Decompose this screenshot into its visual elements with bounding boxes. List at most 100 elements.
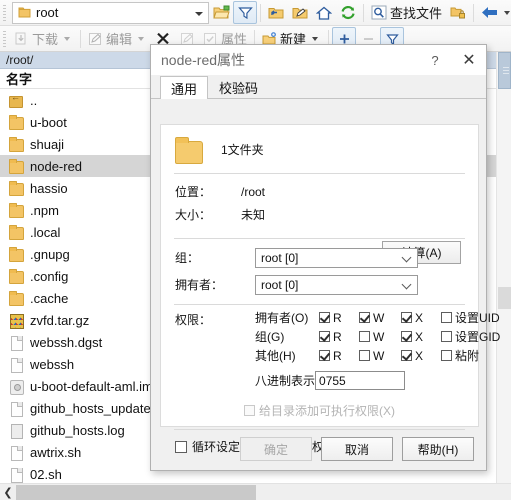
tab-general[interactable]: 通用 [160, 76, 209, 99]
new-dropdown-icon[interactable] [312, 36, 319, 41]
permission-checkbox-label: 设置UID [455, 311, 500, 325]
permission-checkbox-x[interactable]: X [401, 330, 441, 344]
help-button[interactable]: 帮助(H) [402, 437, 474, 461]
permission-checkbox-special[interactable]: 粘附 [441, 347, 479, 364]
summary-row: 1文件夹 [161, 125, 478, 173]
permission-checkbox-r[interactable]: R [319, 349, 359, 363]
permissions-button[interactable] [446, 1, 470, 24]
chevron-left-icon[interactable]: ❮ [0, 484, 16, 500]
checkbox-box [359, 331, 370, 342]
file-name: 02.sh [30, 466, 62, 482]
permission-row: 组(G) R W X 设置GID [255, 327, 500, 346]
folder-icon [9, 202, 24, 218]
close-icon[interactable]: ✕ [452, 45, 486, 75]
exec-permission-label: 给目录添加可执行权限(X) [259, 404, 395, 418]
owner-select[interactable]: root [0] [255, 274, 418, 295]
checkbox-box [244, 405, 255, 416]
checkbox-box [319, 350, 330, 361]
owner-row: 拥有者： root [0] [161, 271, 478, 298]
permission-checkbox-w[interactable]: W [359, 349, 401, 363]
permission-checkbox-r[interactable]: R [319, 330, 359, 344]
file-manager-window: root 查找文件 下载 编辑 属性 新建 /root/ 名字 ← .. u-b… [0, 0, 511, 500]
up-folder-button[interactable] [264, 1, 288, 24]
folder-up-icon [9, 92, 23, 108]
permission-checkbox-x[interactable]: X [401, 311, 441, 325]
horizontal-scrollbar[interactable]: ❮ [0, 483, 511, 500]
vertical-scrollbar-thumb[interactable] [498, 52, 511, 89]
permission-checkbox-special[interactable]: 设置GID [441, 328, 500, 345]
tab-checksum[interactable]: 校验码 [208, 75, 269, 98]
log-file-icon [9, 423, 23, 439]
file-name: .gnupg [30, 246, 70, 262]
ok-button[interactable]: 确定 [240, 437, 312, 461]
location-label: 位置： [175, 185, 212, 199]
owner-label: 拥有者： [175, 278, 224, 292]
permissions-section: 权限： 拥有者(O) R W X 设置UID 组(G) R W X 设置GID 其他(H) R W X 粘附… [161, 308, 500, 392]
file-name: u-boot [30, 114, 67, 130]
path-combobox[interactable]: root [12, 1, 209, 24]
file-name: .config [30, 268, 69, 284]
folder-icon [175, 136, 203, 164]
checkbox-box [359, 312, 370, 323]
properties-dialog: node-red属性 ? ✕ 通用 校验码 1文件夹 位置： /root 大小：… [150, 44, 500, 471]
filter-button[interactable] [233, 1, 257, 24]
folder-icon [9, 136, 24, 152]
cancel-button[interactable]: 取消 [321, 437, 393, 461]
dialog-title: node-red属性 [161, 52, 246, 68]
file-icon [9, 445, 23, 461]
download-dropdown-icon[interactable] [64, 36, 71, 41]
file-icon [9, 335, 23, 351]
edit-button[interactable]: 编辑 [84, 27, 151, 50]
toolbar-separator [363, 3, 364, 22]
vertical-scrollbar[interactable] [496, 52, 511, 483]
file-icon [9, 401, 23, 417]
back-dropdown-icon[interactable] [504, 10, 511, 15]
download-icon [14, 32, 29, 46]
archive-icon [9, 313, 24, 329]
download-button[interactable]: 下载 [10, 27, 77, 50]
magnifier-icon [371, 5, 387, 20]
divider [174, 173, 465, 174]
permission-checkbox-w[interactable]: W [359, 330, 401, 344]
location-row: 位置： /root [161, 180, 478, 203]
checkbox-box [401, 331, 412, 342]
file-name: github_hosts.log [30, 422, 125, 438]
file-name: zvfd.tar.gz [30, 312, 90, 328]
dialog-titlebar[interactable]: node-red属性 ? ✕ [151, 45, 486, 75]
disk-image-icon [9, 379, 24, 395]
permission-checkbox-r[interactable]: R [319, 311, 359, 325]
edit-path-button[interactable] [288, 1, 312, 24]
size-value: 未知 [241, 208, 266, 222]
octal-input[interactable]: 0755 [315, 371, 406, 390]
toolbar-grip-2[interactable] [1, 29, 8, 48]
permission-row: 其他(H) R W X 粘附 [255, 346, 479, 365]
refresh-button[interactable] [336, 1, 360, 24]
location-value: /root [241, 184, 266, 199]
checkbox-box [441, 350, 452, 361]
home-button[interactable] [312, 1, 336, 24]
question-mark-icon[interactable]: ? [418, 45, 452, 75]
dialog-tabs: 通用 校验码 [151, 75, 486, 99]
horizontal-scrollbar-thumb[interactable] [16, 484, 256, 500]
file-name: webssh.dgst [30, 334, 103, 350]
folder-icon [9, 224, 24, 240]
permission-checkbox-w[interactable]: W [359, 311, 401, 325]
checkbox-box [319, 331, 330, 342]
permission-checkbox-special[interactable]: 设置UID [441, 309, 500, 326]
group-select[interactable]: root [0] [255, 247, 418, 268]
permission-checkbox-label: W [373, 310, 385, 325]
back-button[interactable] [477, 1, 501, 24]
toolbar-grip[interactable] [1, 3, 8, 22]
checkbox-box [441, 312, 452, 323]
file-name: .. [30, 92, 38, 108]
open-folder-button[interactable] [209, 1, 233, 24]
permission-checkbox-x[interactable]: X [401, 349, 441, 363]
edit-dropdown-icon[interactable] [138, 36, 145, 41]
permission-checkbox-label: 粘附 [455, 349, 480, 363]
exec-permission-checkbox[interactable]: 给目录添加可执行权限(X) [161, 402, 478, 419]
permission-checkbox-label: X [415, 310, 424, 325]
find-files-button[interactable]: 查找文件 [367, 1, 446, 24]
permissions-grid: 拥有者(O) R W X 设置UID 组(G) R W X 设置GID 其他(H) R W X 粘附 八进制表… [255, 308, 500, 392]
chevron-down-icon[interactable] [195, 11, 203, 16]
folder-icon [9, 246, 24, 262]
